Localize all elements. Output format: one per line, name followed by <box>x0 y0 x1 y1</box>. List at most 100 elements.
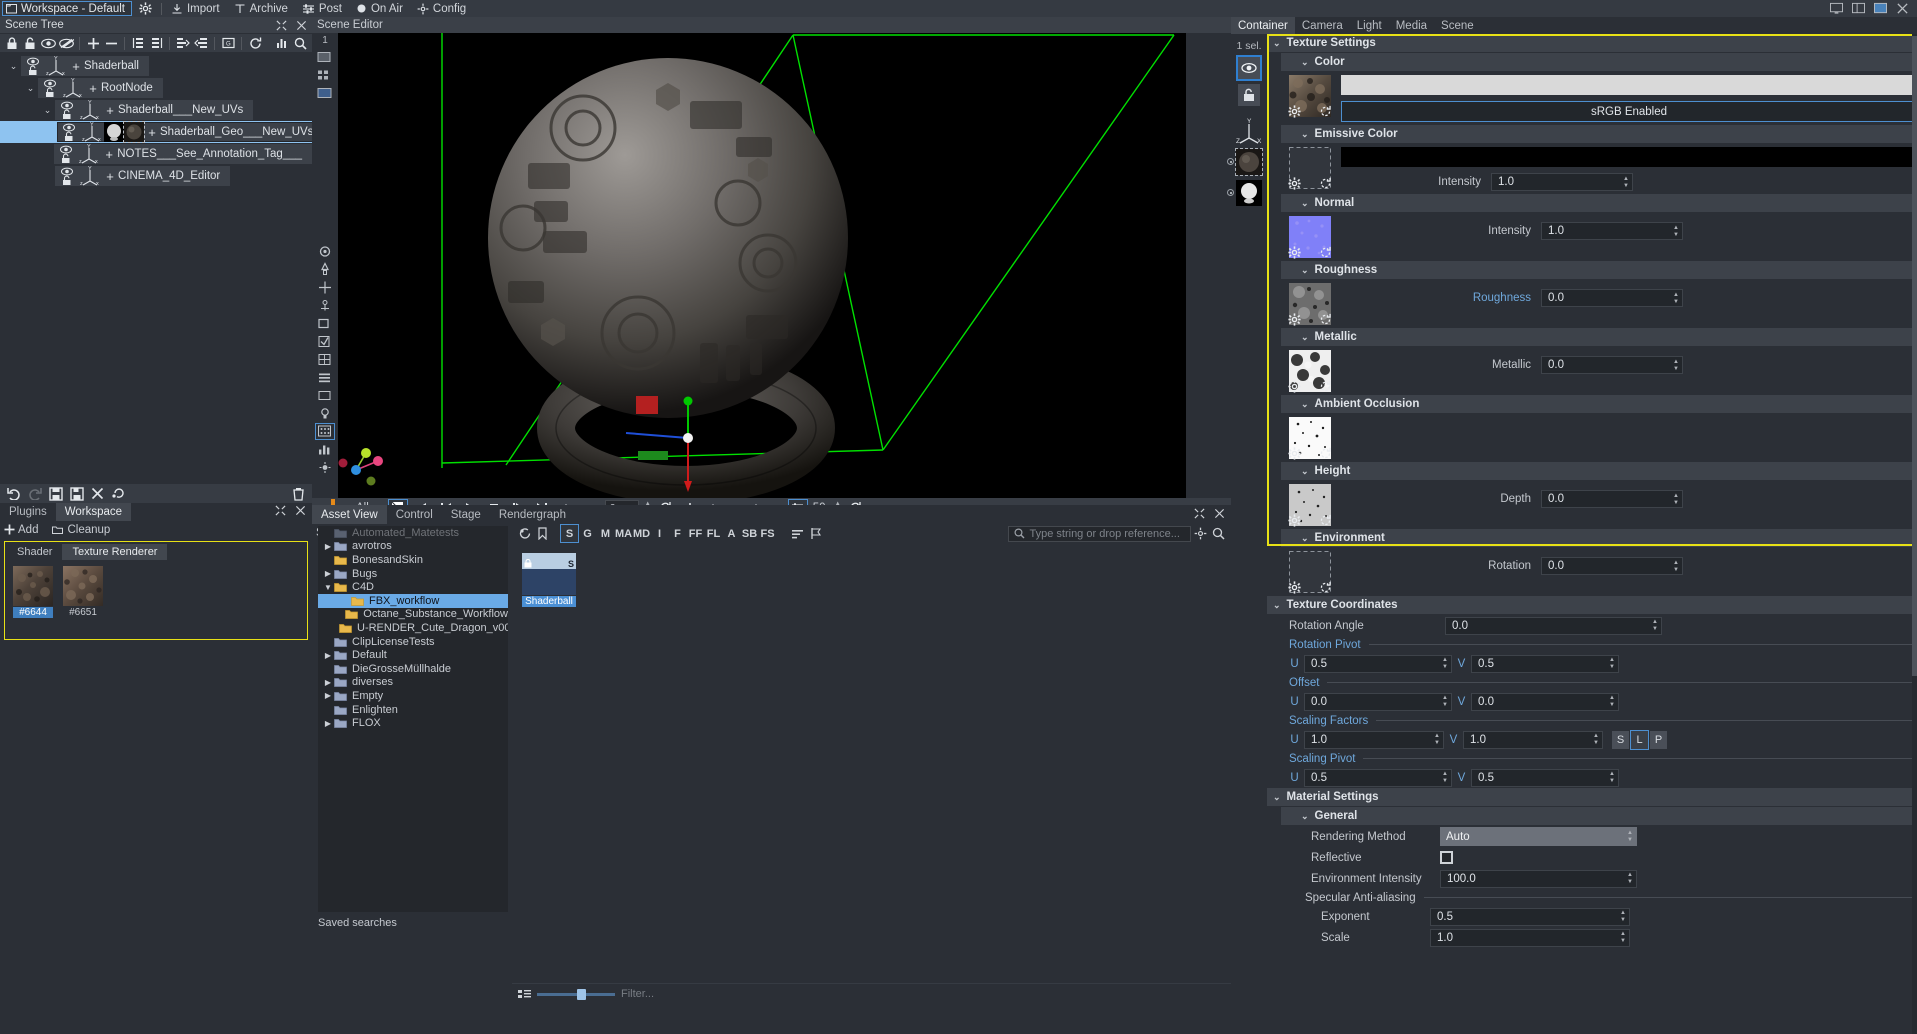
material-slot-b[interactable] <box>1236 180 1262 206</box>
chevron-down-icon[interactable]: ⌄ <box>40 105 55 116</box>
rendering-method-spinner[interactable]: ▲▼ <box>1627 830 1633 843</box>
asset-filter-md[interactable]: MD <box>633 525 650 542</box>
close-icon[interactable] <box>295 505 306 516</box>
expand-tree-icon[interactable] <box>130 36 146 51</box>
scene-tree-node-chip[interactable]: Y z x+RootNode <box>38 78 163 98</box>
rotation-pivot-u-spinner[interactable]: ▲▼ <box>1442 657 1448 670</box>
reload-icon[interactable] <box>111 486 126 501</box>
layout-icon[interactable] <box>1852 2 1865 15</box>
gear-icon[interactable] <box>1288 313 1301 326</box>
texture-group-0[interactable]: ⌄Color <box>1281 53 1917 71</box>
chevron-right-icon[interactable]: ▶ <box>322 569 334 578</box>
texture-coordinates-group[interactable]: ⌄Texture Coordinates <box>1267 596 1917 614</box>
rotation-angle-field-spinner[interactable]: ▲▼ <box>1652 619 1658 632</box>
exponent-field-spinner[interactable]: ▲▼ <box>1620 910 1626 923</box>
scaling-pivot-u-spinner[interactable]: ▲▼ <box>1442 771 1448 784</box>
tab-rendergraph[interactable]: Rendergraph <box>490 505 575 524</box>
texture-thumbnail-5[interactable] <box>1289 417 1331 459</box>
maximize-icon[interactable] <box>275 505 286 516</box>
texture-field-2-spinner[interactable]: ▲▼ <box>1673 225 1679 238</box>
chevron-down-icon[interactable]: ⌄ <box>1301 129 1309 140</box>
offset-v[interactable]: 0.0▲▼ <box>1471 693 1619 711</box>
texture-thumbnail-2[interactable] <box>1289 216 1331 258</box>
scaling-pivot-v[interactable]: 0.5▲▼ <box>1471 769 1619 787</box>
chevron-down-icon[interactable]: ⌄ <box>1273 792 1281 803</box>
chevron-down-icon[interactable]: ⌄ <box>1301 466 1309 477</box>
gear-icon[interactable] <box>1288 177 1301 190</box>
shader-item[interactable]: #6651 <box>63 566 103 618</box>
chevron-down-icon[interactable]: ⌄ <box>1301 57 1309 68</box>
tab-shader[interactable]: Shader <box>7 544 62 560</box>
scale-icon[interactable] <box>316 316 334 331</box>
reset-icon[interactable] <box>1319 581 1332 594</box>
magnifier-icon[interactable] <box>1210 525 1227 542</box>
monitor-icon[interactable] <box>1830 2 1843 15</box>
gear-icon[interactable] <box>1288 447 1301 460</box>
asset-filter-m[interactable]: M <box>597 525 614 542</box>
tab-container[interactable]: Container <box>1231 17 1295 34</box>
thumbnail-size-icon[interactable] <box>518 989 531 1000</box>
texture-group-1[interactable]: ⌄Emissive Color <box>1281 125 1917 143</box>
rect-icon[interactable] <box>316 388 334 403</box>
close-icon[interactable] <box>1896 2 1909 15</box>
asset-card[interactable]: S Shaderball <box>522 553 576 607</box>
maximize-icon[interactable] <box>1194 508 1205 519</box>
rotation-pivot-u[interactable]: 0.5▲▼ <box>1304 655 1452 673</box>
camera-icon[interactable] <box>316 244 334 259</box>
chevron-down-icon[interactable]: ⌄ <box>23 83 38 94</box>
tab-control[interactable]: Control <box>387 505 442 524</box>
tab-light[interactable]: Light <box>1350 17 1389 34</box>
expand-plus-icon[interactable]: + <box>68 59 84 74</box>
chevron-right-icon[interactable]: ▶ <box>322 651 334 660</box>
folder-tree-item[interactable]: U-RENDER_Cute_Dragon_v005_Final <box>318 621 508 635</box>
texture-thumbnail-1[interactable] <box>1289 147 1331 189</box>
asset-filter-s[interactable]: S <box>561 525 578 542</box>
display-icon[interactable] <box>316 86 334 101</box>
workspace-selector[interactable]: Workspace - Default <box>2 1 132 16</box>
folder-tree-item[interactable]: ▶ avrotros <box>318 540 508 554</box>
texture-field-4[interactable]: 0.0▲▼ <box>1541 356 1683 374</box>
rotation-angle-field[interactable]: 0.0▲▼ <box>1445 617 1662 635</box>
scaling-mode-l[interactable]: L <box>1631 731 1648 749</box>
texture-thumbnail-6[interactable] <box>1289 484 1331 526</box>
reset-icon[interactable] <box>1319 177 1332 190</box>
scene-tree-node[interactable]: Y z x +Shaderball_Geo___New_UVs <box>0 121 312 143</box>
scene-tree-node[interactable]: Y z x+CINEMA_4D_Editor <box>0 165 312 187</box>
chevron-right-icon[interactable]: ▶ <box>322 542 334 551</box>
transform-icon[interactable] <box>316 280 334 295</box>
eye-lock-icons[interactable] <box>39 78 61 98</box>
chevron-down-icon[interactable]: ▼ <box>322 583 334 592</box>
search-icon[interactable] <box>292 36 308 51</box>
scaling-pivot-u[interactable]: 0.5▲▼ <box>1304 769 1452 787</box>
gear-icon[interactable] <box>1288 105 1301 118</box>
folder-tree-item[interactable]: ▶ diverses <box>318 676 508 690</box>
texture-field-7[interactable]: 0.0▲▼ <box>1541 557 1683 575</box>
texture-field-4-spinner[interactable]: ▲▼ <box>1673 359 1679 372</box>
folder-tree-scroll[interactable]: Automated_Matetests▶ avrotros BonesandSk… <box>318 526 508 912</box>
menu-post[interactable]: Post <box>295 0 349 17</box>
menu-config[interactable]: Config <box>410 0 473 17</box>
trash-icon[interactable] <box>291 486 306 501</box>
scaling-mode-p[interactable]: P <box>1650 731 1667 749</box>
folder-tree-item[interactable]: Enlighten <box>318 703 508 717</box>
expand-plus-icon[interactable]: + <box>101 147 117 162</box>
folder-tree-item[interactable]: Automated_Matetests <box>318 526 508 540</box>
tab-workspace[interactable]: Workspace <box>56 503 131 521</box>
folder-tree-item[interactable]: BonesandSkin <box>318 553 508 567</box>
srgb-toggle-button[interactable]: sRGB Enabled <box>1341 101 1917 122</box>
texture-field-1-spinner[interactable]: ▲▼ <box>1623 176 1629 189</box>
folder-tree-item[interactable]: ▼ C4D <box>318 580 508 594</box>
scene-tree-node-chip[interactable]: Y z x +Shaderball_Geo___New_UVs <box>57 122 323 142</box>
gear-icon[interactable] <box>1288 514 1301 527</box>
scene-tree-node[interactable]: ⌄ Y z x+RootNode <box>0 77 312 99</box>
scene-tree-node[interactable]: ⌄ Y z x+Shaderball <box>0 55 312 77</box>
visibility-toggle[interactable] <box>1238 57 1260 79</box>
scaling-factors-u[interactable]: 1.0▲▼ <box>1304 731 1444 749</box>
rendering-method-select[interactable]: Auto▲▼ <box>1440 827 1637 846</box>
menu-archive[interactable]: Archive <box>227 0 295 17</box>
radio-icon[interactable] <box>1227 158 1234 165</box>
texture-field-3-spinner[interactable]: ▲▼ <box>1673 292 1679 305</box>
texture-group-2[interactable]: ⌄Normal <box>1281 194 1917 212</box>
chevron-down-icon[interactable]: ⌄ <box>1301 332 1309 343</box>
scaling-pivot-v-spinner[interactable]: ▲▼ <box>1609 771 1615 784</box>
